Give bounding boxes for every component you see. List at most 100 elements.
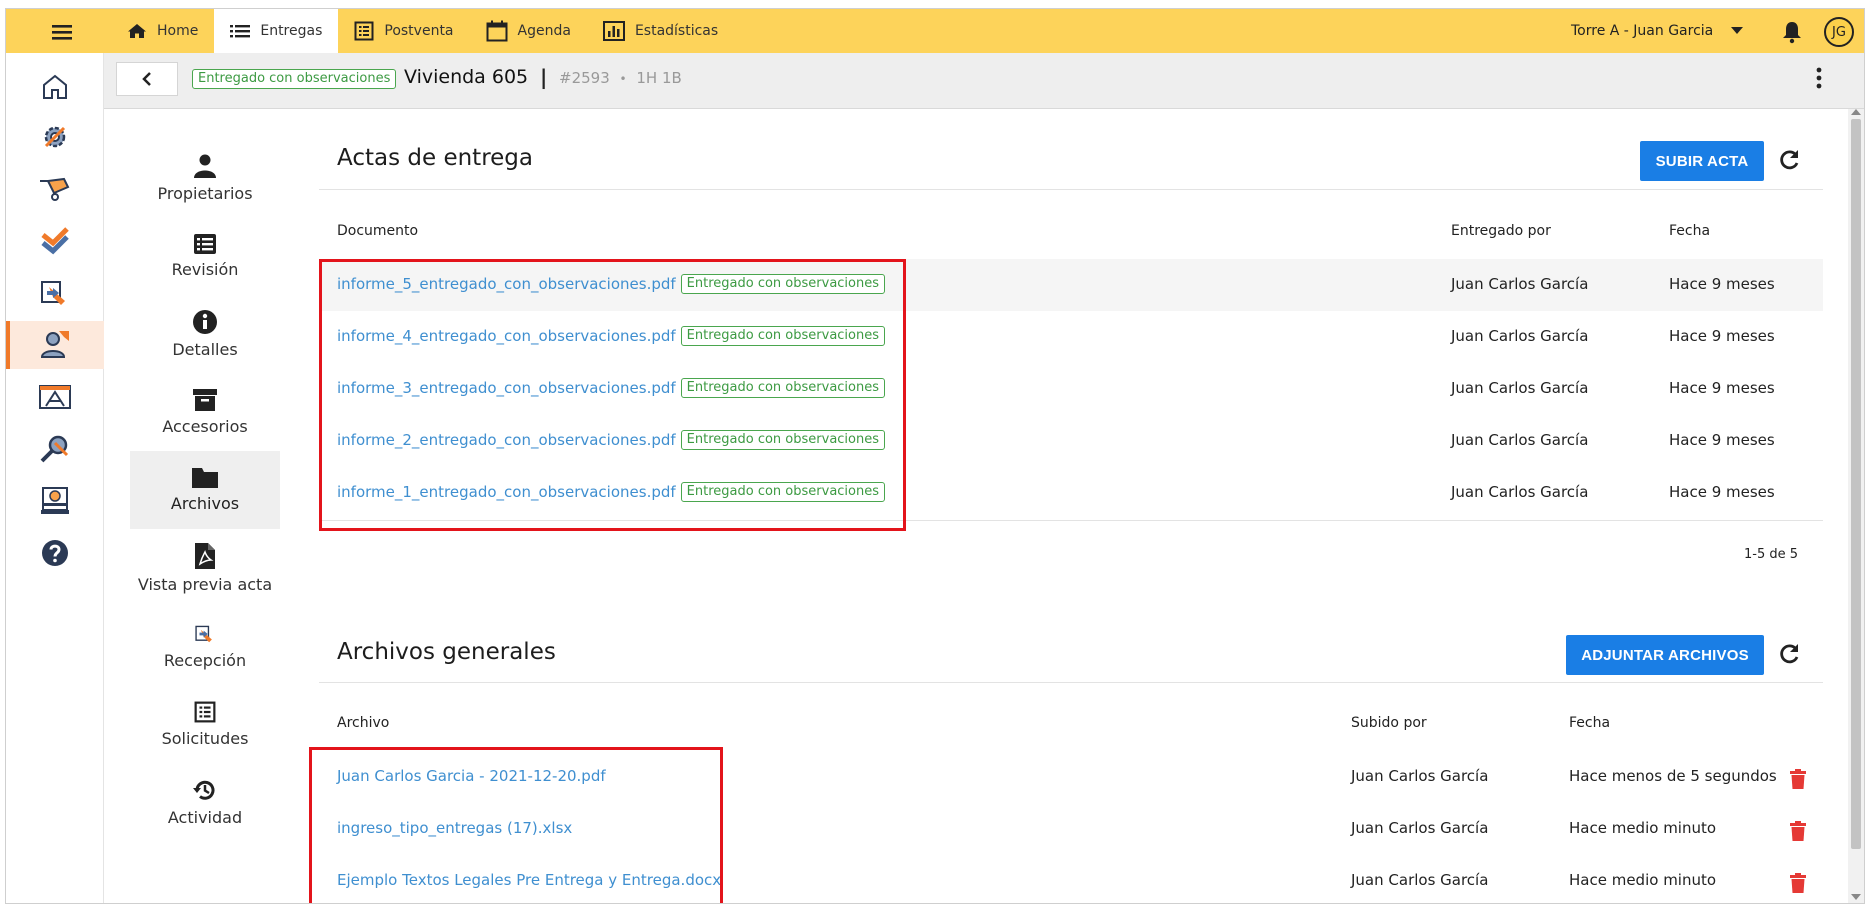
rail-wheelbarrow[interactable] xyxy=(6,165,104,213)
archivo-date: Hace medio minuto xyxy=(1569,871,1717,889)
submenu-recepcion[interactable]: Recepción xyxy=(130,607,280,685)
scroll-thumb[interactable] xyxy=(1851,119,1861,849)
refresh-icon[interactable] xyxy=(1778,149,1800,171)
top-bar: Home Entregas Postventa Agenda Estadísti… xyxy=(6,9,1864,53)
delete-icon[interactable] xyxy=(1790,821,1806,841)
submenu-propietarios[interactable]: Propietarios xyxy=(130,139,280,217)
left-rail xyxy=(6,53,104,903)
acta-file-link[interactable]: informe_3_entregado_con_observaciones.pd… xyxy=(337,378,886,398)
submenu-label: Actividad xyxy=(167,807,243,827)
title-separator: | xyxy=(540,65,548,89)
acta-delivered-by: Juan Carlos García xyxy=(1451,327,1589,345)
unit-status-badge: Entregado con observaciones xyxy=(192,69,397,89)
rail-owners[interactable] xyxy=(6,321,104,369)
rail-plans[interactable] xyxy=(6,373,104,421)
vertical-scrollbar[interactable] xyxy=(1848,109,1864,903)
acta-status-badge: Entregado con observaciones xyxy=(680,326,886,346)
rail-home[interactable] xyxy=(6,63,104,111)
project-name: Torre A - Juan Garcia xyxy=(1571,23,1714,39)
adjuntar-archivos-button[interactable]: ADJUNTAR ARCHIVOS xyxy=(1566,635,1764,675)
submenu-label: Vista previa acta xyxy=(137,574,273,594)
acta-delivered-by: Juan Carlos García xyxy=(1451,483,1589,501)
chevron-left-icon xyxy=(142,72,151,86)
delete-icon[interactable] xyxy=(1790,873,1806,893)
rail-help[interactable] xyxy=(6,529,104,577)
actas-title: Actas de entrega xyxy=(337,145,533,171)
rail-check[interactable] xyxy=(6,217,104,265)
archivo-file-link[interactable]: Juan Carlos Garcia - 2021-12-20.pdf xyxy=(337,767,606,785)
col-documento: Documento xyxy=(337,223,419,239)
back-button[interactable] xyxy=(116,62,178,96)
nav-home-label: Home xyxy=(157,23,199,39)
rail-payments[interactable] xyxy=(6,477,104,525)
acta-date: Hace 9 meses xyxy=(1669,275,1775,293)
reception-icon xyxy=(195,625,212,642)
app-window: Home Entregas Postventa Agenda Estadísti… xyxy=(5,8,1865,904)
acta-date: Hace 9 meses xyxy=(1669,379,1775,397)
unit-typology: 1H 1B xyxy=(636,69,682,87)
submenu-label: Solicitudes xyxy=(161,728,249,748)
scroll-up-icon[interactable] xyxy=(1851,109,1861,115)
submenu-vista-previa-acta[interactable]: Vista previa acta xyxy=(130,529,280,607)
submenu-detalles[interactable]: Detalles xyxy=(130,295,280,373)
menu-toggle-icon[interactable] xyxy=(41,21,83,43)
subir-acta-button[interactable]: SUBIR ACTA xyxy=(1640,141,1764,181)
rail-inspection[interactable] xyxy=(6,425,104,473)
scroll-down-icon[interactable] xyxy=(1851,894,1861,900)
more-vert-icon[interactable] xyxy=(1816,67,1822,89)
delete-icon[interactable] xyxy=(1790,769,1806,789)
archivo-file-link[interactable]: Ejemplo Textos Legales Pre Entrega y Ent… xyxy=(337,871,721,889)
home-icon xyxy=(128,24,146,38)
rail-settings[interactable] xyxy=(6,113,104,161)
archivo-file-name: Juan Carlos Garcia - 2021-12-20.pdf xyxy=(337,767,606,785)
rail-delivery[interactable] xyxy=(6,269,104,317)
nav-postventa-label: Postventa xyxy=(384,23,454,39)
nav-agenda[interactable]: Agenda xyxy=(470,9,587,53)
archive-box-icon xyxy=(193,388,217,411)
bar-chart-icon xyxy=(602,21,625,41)
submenu-solicitudes[interactable]: Solicitudes xyxy=(130,685,280,763)
archivo-file-name: ingreso_tipo_entregas (17).xlsx xyxy=(337,819,573,837)
nav-estadisticas[interactable]: Estadísticas xyxy=(587,9,734,53)
submenu-accesorios[interactable]: Accesorios xyxy=(130,373,280,451)
acta-delivered-by: Juan Carlos García xyxy=(1451,275,1589,293)
bell-icon[interactable] xyxy=(1780,20,1804,44)
checklist-icon xyxy=(194,701,216,722)
archivos-title: Archivos generales xyxy=(337,639,556,665)
archivo-uploaded-by: Juan Carlos García xyxy=(1351,871,1489,889)
acta-file-link[interactable]: informe_2_entregado_con_observaciones.pd… xyxy=(337,430,886,450)
acta-date: Hace 9 meses xyxy=(1669,327,1775,345)
acta-status-badge: Entregado con observaciones xyxy=(680,274,886,294)
col-fecha-archivos: Fecha xyxy=(1569,715,1611,731)
submenu-label: Propietarios xyxy=(157,183,253,203)
nav-home[interactable]: Home xyxy=(111,9,214,53)
archivos-divider xyxy=(319,682,1823,683)
user-avatar[interactable]: JG xyxy=(1824,17,1854,47)
refresh-icon[interactable] xyxy=(1778,643,1800,665)
acta-file-link[interactable]: informe_4_entregado_con_observaciones.pd… xyxy=(337,326,886,346)
acta-file-link[interactable]: informe_1_entregado_con_observaciones.pd… xyxy=(337,482,886,502)
submenu-label: Recepción xyxy=(163,650,247,670)
archivo-uploaded-by: Juan Carlos García xyxy=(1351,819,1489,837)
submenu-revision[interactable]: Revisión xyxy=(130,217,280,295)
project-selector[interactable]: Torre A - Juan Garcia xyxy=(1571,9,1744,53)
acta-file-name: informe_4_entregado_con_observaciones.pd… xyxy=(337,327,676,345)
archivo-file-link[interactable]: ingreso_tipo_entregas (17).xlsx xyxy=(337,819,572,837)
acta-file-link[interactable]: informe_5_entregado_con_observaciones.pd… xyxy=(337,274,886,294)
actas-table-bottom xyxy=(319,520,1823,521)
acta-status-badge: Entregado con observaciones xyxy=(680,430,886,450)
person-icon xyxy=(194,154,216,178)
submenu-archivos[interactable]: Archivos xyxy=(130,451,280,529)
list-box-icon xyxy=(194,233,216,254)
nav-postventa[interactable]: Postventa xyxy=(338,9,469,53)
delivery-box-icon xyxy=(41,281,65,305)
submenu-label: Detalles xyxy=(172,339,238,359)
acta-file-name: informe_3_entregado_con_observaciones.pd… xyxy=(337,379,676,397)
acta-delivered-by: Juan Carlos García xyxy=(1451,431,1589,449)
folder-icon xyxy=(192,467,218,488)
acta-date: Hace 9 meses xyxy=(1669,431,1775,449)
nav-entregas[interactable]: Entregas xyxy=(214,9,339,53)
submenu-actividad[interactable]: Actividad xyxy=(130,763,280,841)
gear-icon xyxy=(44,126,66,148)
magnifier-icon xyxy=(40,435,69,463)
